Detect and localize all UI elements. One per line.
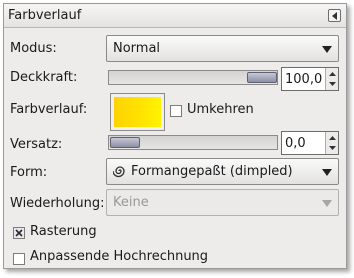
spin-up-icon[interactable] — [329, 72, 336, 76]
opacity-label: Deckkraft: — [10, 70, 78, 85]
repeat-combobox: Keine — [106, 189, 339, 216]
opacity-value: 100,0 — [285, 72, 323, 87]
offset-slider-thumb[interactable] — [110, 137, 140, 148]
spin-down-icon[interactable] — [329, 82, 336, 86]
offset-slider[interactable] — [108, 135, 278, 150]
shape-value: Formangepaßt (dimpled) — [131, 164, 293, 179]
shape-combobox[interactable]: Formangepaßt (dimpled) — [106, 158, 339, 185]
chevron-down-icon — [322, 169, 332, 176]
gradient-swatch — [114, 97, 161, 127]
mode-value: Normal — [113, 41, 161, 56]
gradient-preview-button[interactable] — [110, 93, 165, 131]
opacity-spinbutton[interactable]: 100,0 — [281, 67, 339, 91]
panel-titlebar: Farbverlauf — [4, 4, 346, 28]
spin-up-icon[interactable] — [329, 136, 336, 140]
reverse-checkbox[interactable] — [170, 105, 182, 117]
offset-spin-buttons[interactable] — [325, 132, 338, 154]
checkmark-icon — [15, 229, 23, 237]
dithering-checkbox[interactable] — [13, 227, 25, 239]
opacity-slider-thumb[interactable] — [247, 72, 277, 83]
panel-title: Farbverlauf — [8, 8, 82, 23]
mode-label: Modus: — [10, 41, 57, 56]
dithering-label: Rasterung — [30, 224, 97, 239]
reverse-label: Umkehren — [187, 102, 254, 117]
dock-menu-icon[interactable] — [328, 9, 341, 22]
gradient-label: Farbverlauf: — [10, 102, 88, 117]
offset-label: Versatz: — [10, 137, 63, 152]
shape-spiral-icon — [113, 166, 125, 178]
opacity-slider[interactable] — [108, 70, 278, 85]
offset-spinbutton[interactable]: 0,0 — [281, 131, 339, 155]
shape-label: Form: — [10, 165, 48, 180]
opacity-spin-buttons[interactable] — [325, 68, 338, 90]
adaptive-supersampling-checkbox[interactable] — [13, 253, 25, 265]
chevron-down-icon — [322, 200, 332, 207]
adaptive-supersampling-label: Anpassende Hochrechnung — [30, 249, 209, 264]
repeat-label: Wiederholung: — [10, 196, 105, 211]
offset-value: 0,0 — [285, 136, 306, 151]
gradient-tool-options-panel: Farbverlauf Modus: Normal Deckkraft: 100… — [3, 3, 347, 269]
mode-combobox[interactable]: Normal — [106, 35, 339, 62]
repeat-value: Keine — [113, 195, 149, 210]
chevron-down-icon — [322, 46, 332, 53]
spin-down-icon[interactable] — [329, 146, 336, 150]
